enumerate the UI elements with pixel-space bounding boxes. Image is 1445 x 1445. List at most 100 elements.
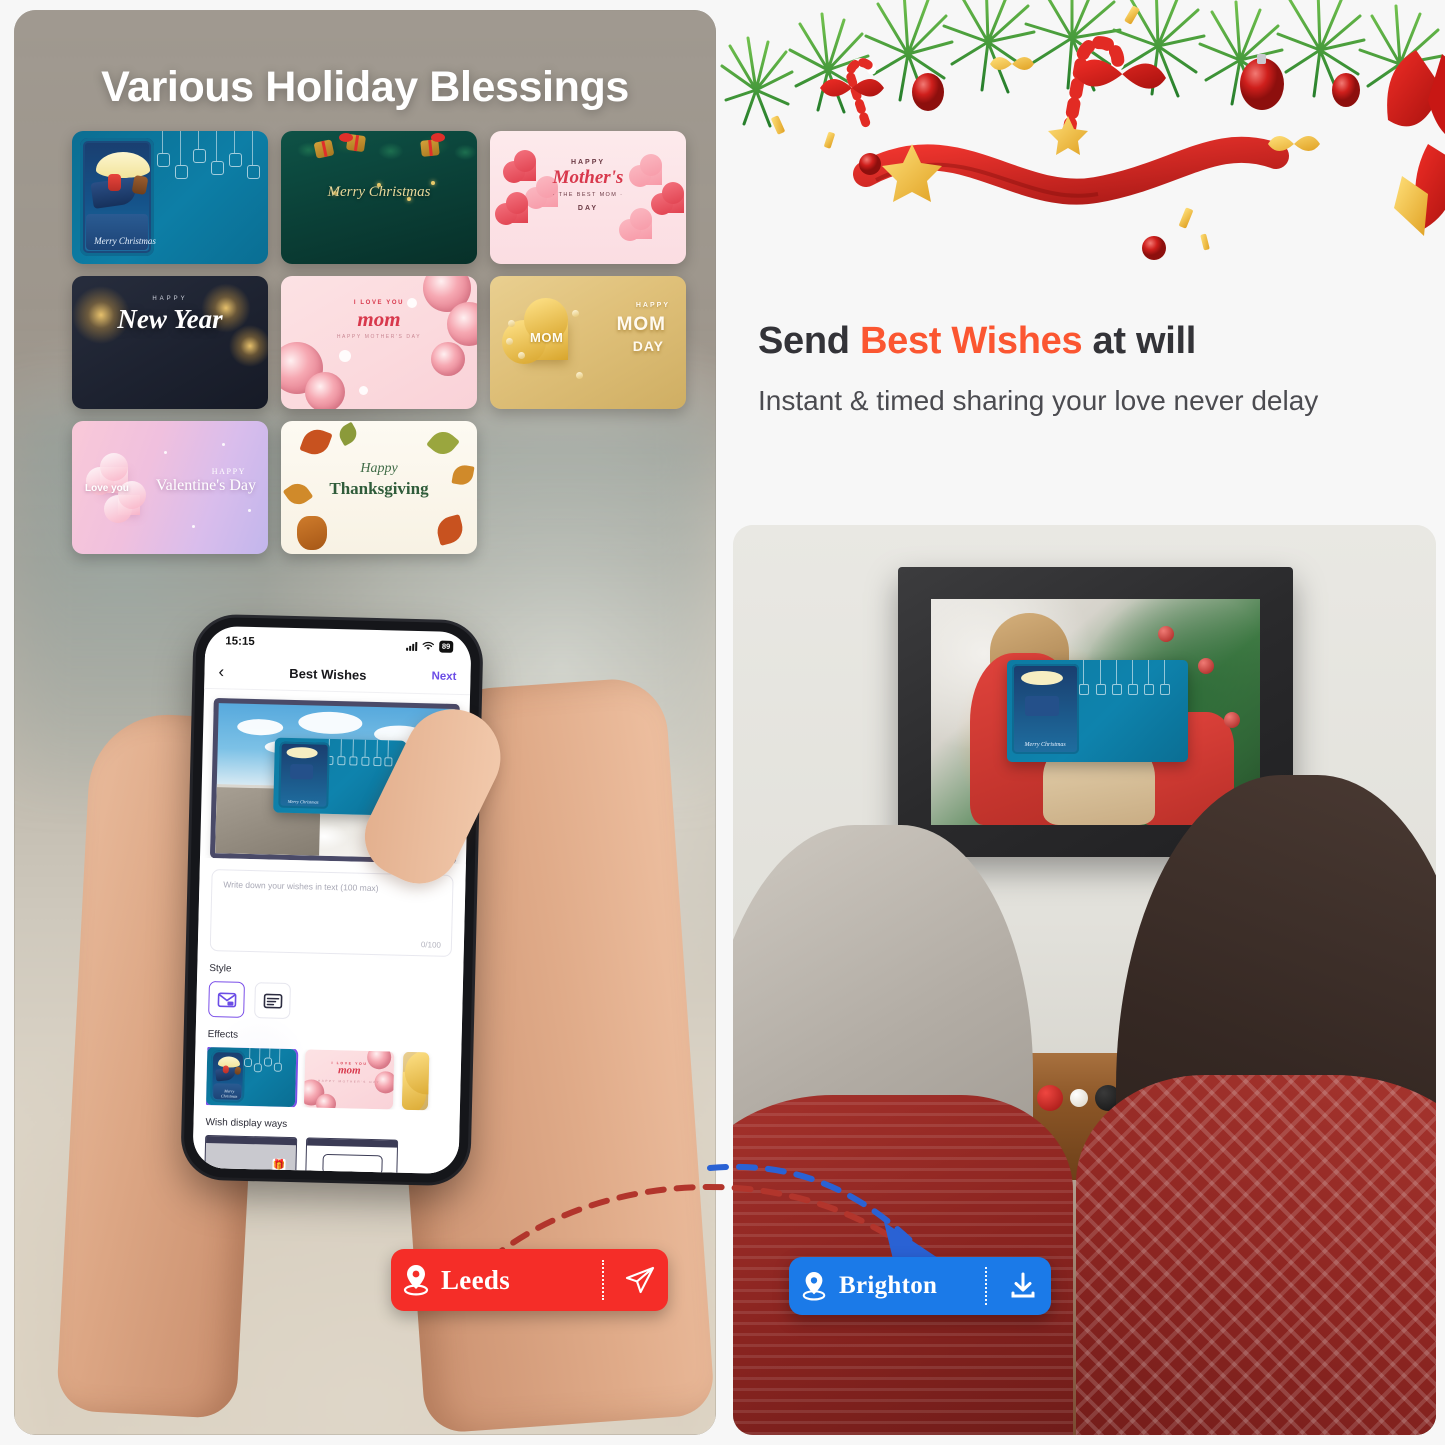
card-day-label: DAY bbox=[632, 338, 664, 354]
card-title-text: mom bbox=[357, 307, 401, 331]
sender-location-badge[interactable]: Leeds bbox=[391, 1249, 668, 1311]
card-mothers-day-pink[interactable]: HAPPY Mother's · THE BEST MOM · DAY bbox=[490, 131, 686, 264]
christmas-garland-decoration bbox=[716, 0, 1445, 262]
receiver-location-badge[interactable]: Brighton bbox=[789, 1257, 1051, 1315]
bow-shape bbox=[339, 133, 353, 142]
page-title: Best Wishes bbox=[289, 665, 367, 683]
bow-shape bbox=[431, 133, 445, 142]
card-inner-frame: Merry Christmas bbox=[277, 741, 330, 809]
card-happy-label: Happy bbox=[360, 461, 398, 476]
card-title-text: New Year bbox=[117, 304, 223, 334]
photo-frame-screen: Merry Christmas bbox=[931, 599, 1260, 825]
send-paper-plane-icon[interactable] bbox=[612, 1265, 668, 1295]
headline: Send Best Wishes at will bbox=[758, 320, 1418, 363]
heart-label: Love you bbox=[85, 483, 129, 494]
card-new-year[interactable]: HAPPY New Year bbox=[72, 276, 268, 409]
card-christmas-green[interactable]: Merry Christmas bbox=[281, 131, 477, 264]
next-button[interactable]: Next bbox=[431, 670, 456, 683]
style-option-envelope[interactable] bbox=[208, 981, 245, 1018]
badge-divider bbox=[602, 1260, 604, 1300]
card-day-label: DAY bbox=[577, 205, 599, 212]
headline-suffix: at will bbox=[1082, 320, 1197, 362]
crop-corner bbox=[213, 698, 228, 713]
envelope-icon bbox=[217, 991, 236, 1007]
download-icon[interactable] bbox=[995, 1272, 1051, 1300]
left-panel: Various Holiday Blessings Merry Christma… bbox=[14, 10, 716, 1435]
ornaments-decoration bbox=[324, 738, 399, 772]
card-text-block: HAPPY Mother's · THE BEST MOM · DAY bbox=[490, 159, 686, 212]
badge-divider bbox=[985, 1267, 987, 1305]
card-title-text: MOM bbox=[616, 314, 666, 335]
card-sub-text: · THE BEST MOM · bbox=[552, 192, 624, 198]
card-title-text: Mother's bbox=[552, 167, 624, 188]
turkey-shape bbox=[297, 516, 327, 550]
card-title-text: Merry Christmas bbox=[327, 183, 431, 200]
ornaments-decoration bbox=[156, 131, 260, 193]
smartphone: 15:15 89 ‹ Best Wishes Next Merry Christ… bbox=[183, 616, 481, 1184]
card-text-icon bbox=[263, 993, 282, 1009]
card-inner-frame: Merry Christmas bbox=[80, 138, 156, 256]
effects-section-label: Effects bbox=[207, 1029, 239, 1041]
card-icon bbox=[322, 1153, 383, 1175]
card-thanksgiving[interactable]: Happy Thanksgiving bbox=[281, 421, 477, 554]
battery-indicator: 89 bbox=[438, 640, 454, 653]
style-section-label: Style bbox=[209, 963, 232, 975]
display-way-gift-box[interactable]: 🎁 bbox=[204, 1134, 298, 1175]
woman-sweater bbox=[1076, 1075, 1436, 1435]
effect-option-love-mom[interactable]: I LOVE YOU mom HAPPY MOTHER'S DAY bbox=[303, 1049, 395, 1110]
ornaments-decoration bbox=[1077, 660, 1178, 707]
reindeer-shape bbox=[131, 174, 149, 196]
gift-box-icon: 🎁 bbox=[272, 1158, 286, 1172]
card-happy-label: HAPPY bbox=[152, 296, 188, 302]
style-option-card-text[interactable] bbox=[254, 982, 291, 1020]
app-nav-bar: ‹ Best Wishes Next bbox=[204, 653, 471, 696]
crop-corner bbox=[209, 844, 225, 859]
card-top-label: I LOVE YOU bbox=[353, 300, 405, 306]
display-ways-section-label: Wish display ways bbox=[205, 1116, 288, 1130]
phone-in-hands-scene: 15:15 89 ‹ Best Wishes Next Merry Christ… bbox=[14, 616, 716, 1435]
chevron-left-icon[interactable]: ‹ bbox=[218, 662, 224, 681]
card-happy-label: HAPPY bbox=[211, 467, 246, 476]
card-valentines-day[interactable]: Love you HAPPY Valentine's Day bbox=[72, 421, 268, 554]
holiday-card-grid: Merry Christmas Merry Christmas HAPPY Mo… bbox=[72, 131, 686, 554]
effect-option-christmas-blue[interactable]: Merry Christmas bbox=[205, 1046, 297, 1108]
card-christmas-blue[interactable]: Merry Christmas bbox=[72, 131, 268, 264]
effect-option-mom-day-gold[interactable] bbox=[401, 1051, 430, 1111]
pine-foliage bbox=[281, 131, 477, 187]
card-title-text: Thanksgiving bbox=[329, 479, 429, 498]
card-sub-text: HAPPY MOTHER'S DAY bbox=[336, 334, 422, 340]
moon-shape bbox=[96, 152, 150, 178]
card-happy-label: HAPPY bbox=[570, 159, 606, 166]
headline-highlight: Best Wishes bbox=[859, 320, 1083, 362]
subheadline: Instant & timed sharing your love never … bbox=[758, 385, 1319, 416]
overlay-greeting-card: Merry Christmas bbox=[1006, 660, 1188, 762]
location-pin-icon bbox=[391, 1263, 441, 1297]
wish-char-counter: 0/100 bbox=[420, 940, 442, 950]
effects-options: Merry Christmas I LOVE YOU mom HAPPY MOT… bbox=[205, 1046, 449, 1111]
wish-editor-sheet: Write down your wishes in text (100 max)… bbox=[192, 857, 466, 1175]
card-title-text: Merry Christmas bbox=[287, 799, 319, 805]
card-inner-frame: Merry Christmas bbox=[1011, 664, 1079, 754]
display-ways-options: 🎁 bbox=[204, 1134, 447, 1175]
status-time: 15:15 bbox=[225, 635, 255, 649]
card-happy-label: HAPPY bbox=[635, 302, 670, 309]
left-panel-title: Various Holiday Blessings bbox=[101, 63, 629, 111]
santa-shape bbox=[108, 174, 121, 191]
display-way-plain-card[interactable] bbox=[305, 1137, 399, 1175]
style-options bbox=[208, 981, 451, 1023]
location-pin-icon bbox=[789, 1270, 839, 1302]
card-mom-day-gold[interactable]: MOM HAPPY MOM DAY bbox=[490, 276, 686, 409]
large-red-bow bbox=[1387, 50, 1445, 236]
signal-bars-icon bbox=[405, 641, 417, 651]
card-title-text: Merry Christmas bbox=[1024, 742, 1066, 749]
sender-location-label: Leeds bbox=[441, 1264, 510, 1295]
card-love-mom-roses[interactable]: I LOVE YOU mom HAPPY MOTHER'S DAY bbox=[281, 276, 477, 409]
phone-screen: 15:15 89 ‹ Best Wishes Next Merry Christ… bbox=[192, 625, 472, 1175]
candy-canes bbox=[845, 36, 1125, 139]
card-title-text: Valentine's Day bbox=[155, 477, 256, 494]
promo-stage: Various Holiday Blessings Merry Christma… bbox=[0, 0, 1445, 1445]
receiver-location-label: Brighton bbox=[839, 1272, 938, 1299]
card-title-text: Merry Christmas bbox=[94, 236, 156, 246]
heart-label: MOM bbox=[530, 330, 564, 345]
headline-prefix: Send bbox=[758, 320, 860, 362]
